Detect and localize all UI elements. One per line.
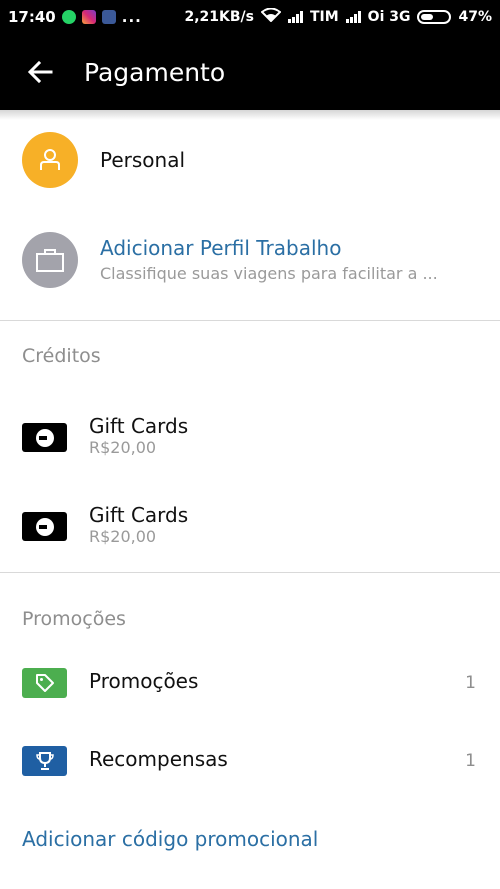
promotions-item[interactable]: Promoções 1 xyxy=(0,665,500,701)
app-bar-shadow xyxy=(0,110,500,120)
credits-heading: Créditos xyxy=(22,345,101,367)
add-work-profile-description: Classifique suas viagens para facilitar … xyxy=(100,264,438,283)
gift-card-item[interactable]: Gift Cards R$20,00 xyxy=(0,410,500,466)
app-bar: Pagamento xyxy=(0,34,500,110)
gift-card-amount: R$20,00 xyxy=(89,438,157,457)
divider xyxy=(0,572,500,573)
add-promo-code-link[interactable]: Adicionar código promocional xyxy=(0,822,500,856)
promotions-count: 1 xyxy=(465,673,476,693)
add-work-profile-label: Adicionar Perfil Trabalho xyxy=(100,236,342,260)
status-bar: 17:40 ... 2,21KB/s TIM Oi 3G 47% xyxy=(0,0,500,34)
profile-personal[interactable]: Personal xyxy=(0,130,500,190)
more-notifications-icon: ... xyxy=(121,8,142,26)
arrow-back-icon xyxy=(27,60,53,84)
uber-card-icon xyxy=(22,423,67,452)
battery-icon xyxy=(417,10,452,24)
rewards-count: 1 xyxy=(465,751,476,771)
add-promo-code-label: Adicionar código promocional xyxy=(22,827,319,851)
back-button[interactable] xyxy=(0,34,80,110)
trophy-icon xyxy=(22,746,67,776)
promos-heading: Promoções xyxy=(22,608,126,630)
rewards-item[interactable]: Recompensas 1 xyxy=(0,743,500,779)
carrier-1: TIM xyxy=(309,9,339,25)
network-speed: 2,21KB/s xyxy=(184,9,254,25)
promotions-label: Promoções xyxy=(89,669,199,693)
profile-personal-label: Personal xyxy=(100,148,186,172)
whatsapp-icon xyxy=(61,10,76,24)
gift-card-title: Gift Cards xyxy=(89,503,189,527)
instagram-icon xyxy=(81,10,96,24)
status-time: 17:40 xyxy=(8,8,56,26)
gift-card-title: Gift Cards xyxy=(89,414,189,438)
gift-card-item[interactable]: Gift Cards R$20,00 xyxy=(0,499,500,555)
battery-level: 47% xyxy=(458,9,492,25)
facebook-icon xyxy=(101,10,116,24)
page-title: Pagamento xyxy=(84,57,226,87)
signal-icon xyxy=(287,11,303,23)
person-avatar xyxy=(22,132,78,188)
uber-card-icon xyxy=(22,512,67,541)
person-icon xyxy=(40,149,60,170)
gift-card-amount: R$20,00 xyxy=(89,527,157,546)
wifi-icon xyxy=(260,7,282,26)
add-work-profile[interactable]: Adicionar Perfil Trabalho Classifique su… xyxy=(0,230,500,290)
tag-icon xyxy=(22,668,67,698)
briefcase-icon xyxy=(36,249,64,272)
rewards-label: Recompensas xyxy=(89,747,228,771)
divider xyxy=(0,320,500,321)
work-avatar xyxy=(22,232,78,288)
carrier-2: Oi 3G xyxy=(367,9,411,25)
signal-icon-2 xyxy=(345,11,361,23)
